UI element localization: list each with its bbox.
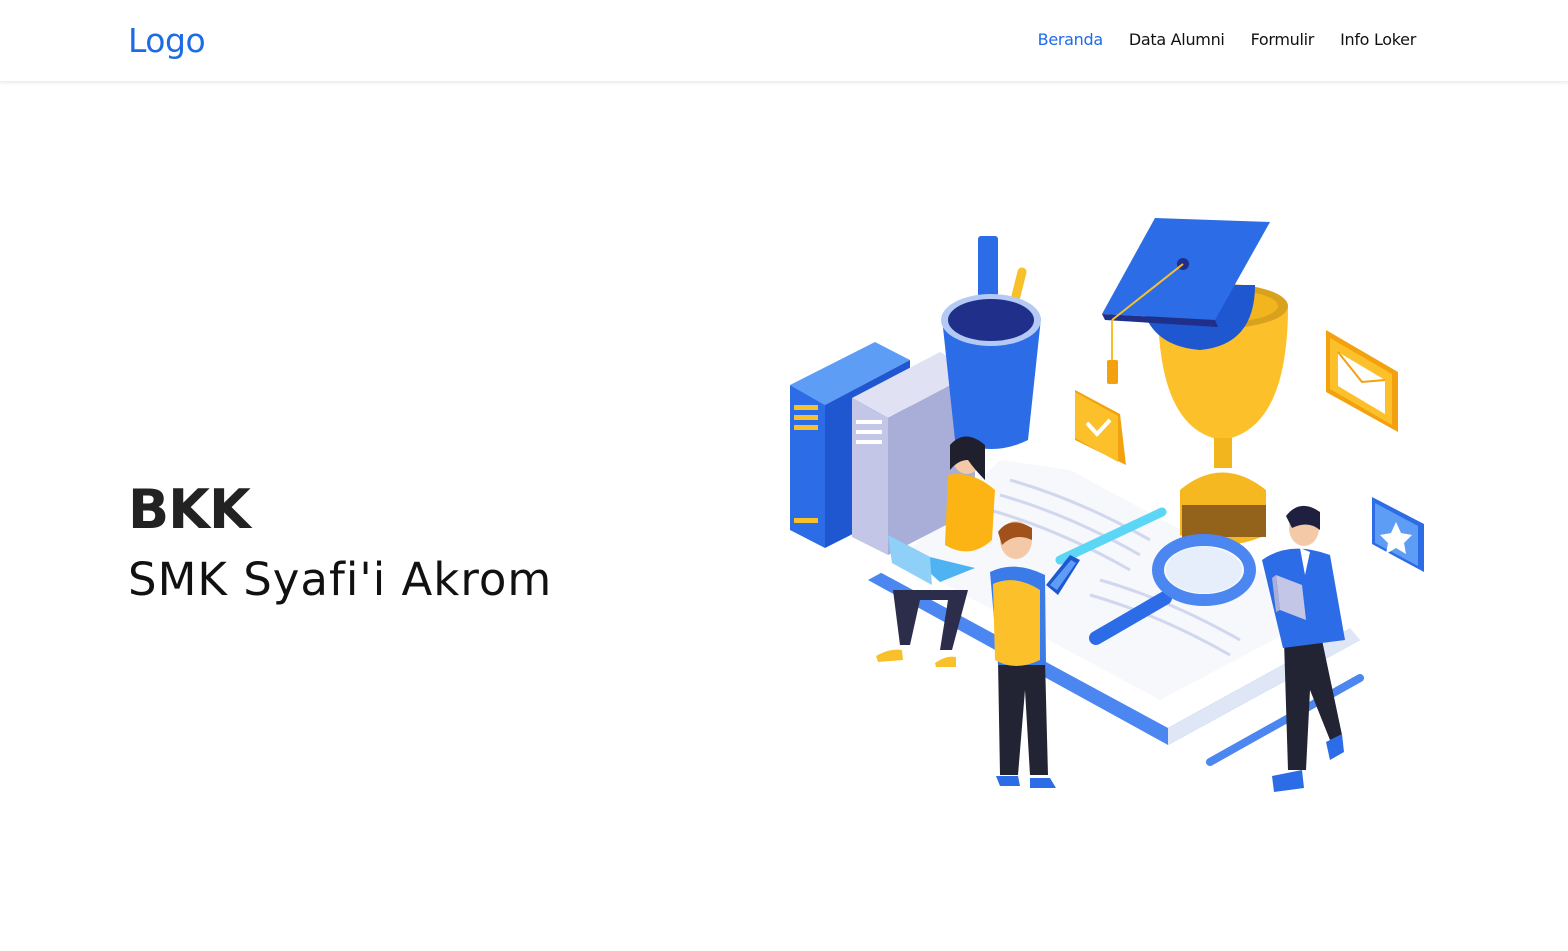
star-badge-icon bbox=[1372, 497, 1424, 572]
hero-title: BKK bbox=[128, 478, 251, 541]
navbar: Logo Beranda Data Alumni Formulir Info L… bbox=[0, 0, 1568, 82]
pencil-cup-icon bbox=[941, 236, 1041, 449]
nav-menu: Beranda Data Alumni Formulir Info Loker bbox=[1038, 30, 1417, 49]
envelope-icon bbox=[1326, 330, 1398, 432]
nav-link-formulir[interactable]: Formulir bbox=[1251, 30, 1315, 49]
hero-subtitle: SMK Syafi'i Akrom bbox=[128, 553, 553, 606]
check-badge-icon bbox=[1075, 390, 1126, 465]
nav-link-beranda[interactable]: Beranda bbox=[1038, 30, 1104, 49]
nav-link-info-loker[interactable]: Info Loker bbox=[1340, 30, 1416, 49]
logo-link[interactable]: Logo bbox=[128, 21, 206, 60]
nav-link-data-alumni[interactable]: Data Alumni bbox=[1129, 30, 1225, 49]
education-illustration bbox=[790, 218, 1424, 792]
